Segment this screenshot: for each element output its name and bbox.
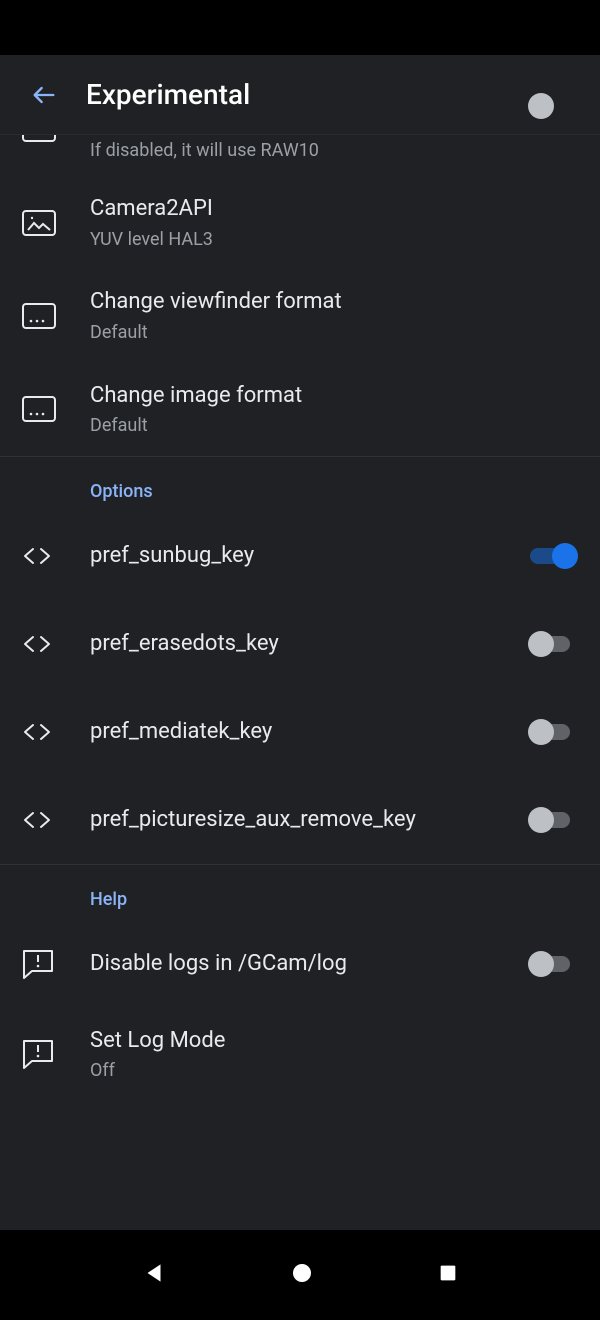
row-trailing — [508, 542, 578, 570]
code-icon — [22, 545, 52, 567]
partial-icon — [22, 135, 56, 143]
row-text: pref_erasedots_key — [70, 629, 508, 659]
nav-home-button[interactable] — [290, 1261, 314, 1289]
icon-slot — [22, 949, 70, 979]
square-recent-icon — [437, 1262, 459, 1284]
list-item-pref-picturesize-aux-remove[interactable]: pref_picturesize_aux_remove_key — [0, 776, 600, 864]
row-subtitle: If disabled, it will use RAW10 — [90, 139, 508, 162]
toggle-picturesize-aux-remove[interactable] — [530, 806, 578, 834]
section-header-options: Options — [0, 457, 600, 512]
row-title: Camera2API — [90, 194, 578, 224]
icon-slot — [22, 1039, 70, 1069]
icon-slot — [22, 135, 70, 143]
list-item-set-log-mode[interactable]: Set Log Mode Off — [0, 1008, 600, 1101]
list-item-disable-logs[interactable]: Disable logs in /GCam/log — [0, 920, 600, 1008]
row-trailing — [508, 950, 578, 978]
icon-slot — [22, 303, 70, 329]
row-trailing — [508, 718, 578, 746]
section-header-label: Options — [90, 481, 578, 502]
icon-slot — [22, 809, 70, 831]
list-item-viewfinder-format[interactable]: Change viewfinder format Default — [0, 269, 600, 362]
triangle-back-icon — [141, 1260, 167, 1286]
format-icon — [22, 396, 56, 422]
list-item-pref-erasedots[interactable]: pref_erasedots_key — [0, 600, 600, 688]
feedback-icon — [22, 949, 54, 979]
app-screen: Experimental If disabled, it will use RA… — [0, 55, 600, 1230]
image-icon — [22, 210, 56, 236]
format-icon — [22, 303, 56, 329]
row-text: Change viewfinder format Default — [70, 287, 578, 344]
row-text: If disabled, it will use RAW10 — [70, 135, 508, 162]
nav-recent-button[interactable] — [437, 1262, 459, 1288]
row-text: pref_picturesize_aux_remove_key — [70, 805, 508, 835]
row-title: Set Log Mode — [90, 1026, 578, 1056]
row-subtitle: Off — [90, 1059, 578, 1082]
code-icon — [22, 721, 52, 743]
row-title: pref_picturesize_aux_remove_key — [90, 805, 508, 835]
toggle-mediatek[interactable] — [530, 718, 578, 746]
row-text: Set Log Mode Off — [70, 1026, 578, 1083]
row-trailing — [508, 135, 578, 139]
row-trailing — [508, 806, 578, 834]
row-title: pref_sunbug_key — [90, 541, 508, 571]
settings-list: If disabled, it will use RAW10 Camera2AP… — [0, 135, 600, 1101]
feedback-icon — [22, 1039, 54, 1069]
toggle-erasedots[interactable] — [530, 630, 578, 658]
list-item-image-format[interactable]: Change image format Default — [0, 363, 600, 456]
code-icon — [22, 809, 52, 831]
row-title: pref_mediatek_key — [90, 717, 508, 747]
row-subtitle: Default — [90, 321, 578, 344]
row-text: Change image format Default — [70, 381, 578, 438]
icon-slot — [22, 396, 70, 422]
system-nav-bar — [0, 1230, 600, 1320]
circle-home-icon — [290, 1261, 314, 1285]
nav-back-button[interactable] — [141, 1260, 167, 1290]
list-item-camera2api[interactable]: Camera2API YUV level HAL3 — [0, 176, 600, 269]
arrow-left-icon — [30, 81, 58, 109]
list-item-pref-sunbug[interactable]: pref_sunbug_key — [0, 512, 600, 600]
icon-slot — [22, 721, 70, 743]
list-item-partial[interactable]: If disabled, it will use RAW10 — [0, 135, 600, 176]
row-text: pref_sunbug_key — [70, 541, 508, 571]
row-trailing — [508, 630, 578, 658]
row-subtitle: YUV level HAL3 — [90, 228, 578, 251]
row-text: pref_mediatek_key — [70, 717, 508, 747]
section-header-label: Help — [90, 889, 578, 910]
app-bar: Experimental — [0, 55, 600, 135]
back-button[interactable] — [20, 71, 68, 119]
page-title: Experimental — [86, 78, 250, 111]
toggle-partial[interactable] — [530, 111, 578, 139]
toggle-sunbug[interactable] — [530, 542, 578, 570]
toggle-disable-logs[interactable] — [530, 950, 578, 978]
row-title: Change image format — [90, 381, 578, 411]
row-text: Disable logs in /GCam/log — [70, 949, 508, 979]
row-subtitle: Default — [90, 414, 578, 437]
section-header-help: Help — [0, 865, 600, 920]
icon-slot — [22, 633, 70, 655]
icon-slot — [22, 210, 70, 236]
row-text: Camera2API YUV level HAL3 — [70, 194, 578, 251]
row-title: Change viewfinder format — [90, 287, 578, 317]
code-icon — [22, 633, 52, 655]
row-title: Disable logs in /GCam/log — [90, 949, 508, 979]
list-item-pref-mediatek[interactable]: pref_mediatek_key — [0, 688, 600, 776]
icon-slot — [22, 545, 70, 567]
row-title: pref_erasedots_key — [90, 629, 508, 659]
